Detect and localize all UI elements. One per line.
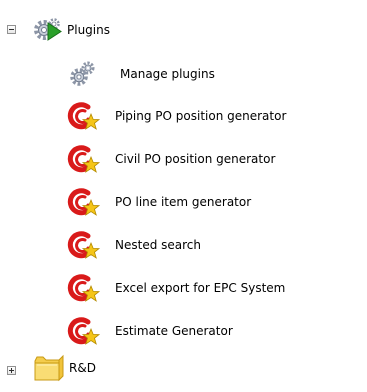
tree-node-label: Manage plugins xyxy=(120,67,215,81)
tree-node-label: Piping PO position generator xyxy=(115,109,287,123)
tree-node-excel-export-for-epc-system[interactable]: Excel export for EPC System xyxy=(0,272,367,304)
tree-node-label: Estimate Generator xyxy=(115,324,233,338)
expand-toggle-rnd[interactable] xyxy=(7,366,16,375)
tree-node-label: PO line item generator xyxy=(115,195,252,209)
tree-node-label: Nested search xyxy=(115,238,201,252)
tree-node-label: R&D xyxy=(69,361,96,375)
plugin-star-icon xyxy=(67,317,101,345)
collapse-toggle-plugins[interactable] xyxy=(7,25,16,34)
plugin-star-icon xyxy=(67,274,101,302)
tree-node-rnd[interactable]: R&D xyxy=(0,352,160,384)
tree-node-civil-po-position-generator[interactable]: Civil PO position generator xyxy=(0,143,367,175)
plugin-star-icon xyxy=(67,102,101,130)
plugins-gears-play-icon xyxy=(34,18,62,41)
plugins-tree: Plugins Manage plugins Piping PO positio… xyxy=(0,0,367,392)
gears-icon xyxy=(70,61,95,86)
plugin-star-icon xyxy=(67,231,101,259)
tree-node-po-line-item-generator[interactable]: PO line item generator xyxy=(0,186,367,218)
plugin-star-icon xyxy=(67,145,101,173)
folder-icon xyxy=(34,354,64,382)
tree-node-label: Excel export for EPC System xyxy=(115,281,286,295)
plugin-star-icon xyxy=(67,188,101,216)
tree-node-plugins[interactable]: Plugins xyxy=(0,14,160,46)
tree-node-label: Civil PO position generator xyxy=(115,152,276,166)
tree-node-nested-search[interactable]: Nested search xyxy=(0,229,367,261)
tree-node-estimate-generator[interactable]: Estimate Generator xyxy=(0,315,367,347)
tree-node-label: Plugins xyxy=(67,23,110,37)
tree-node-manage-plugins[interactable]: Manage plugins xyxy=(0,58,260,90)
tree-node-piping-po-position-generator[interactable]: Piping PO position generator xyxy=(0,100,367,132)
